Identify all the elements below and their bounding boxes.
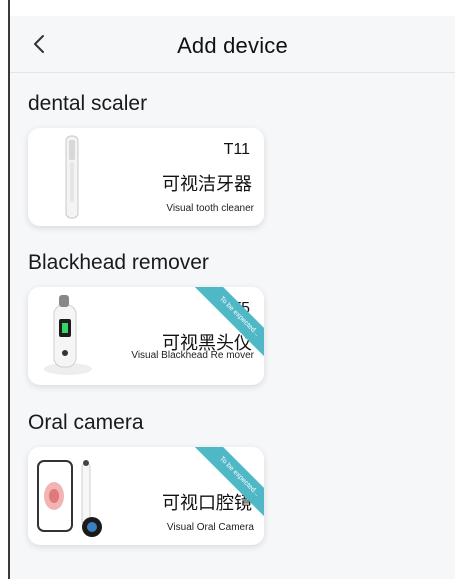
device-card-blackhead[interactable]: T5 可视黑头仪 Visual Blackhead Re mover To be… <box>28 287 264 385</box>
device-model: T11 <box>223 141 250 158</box>
device-card-oral-camera[interactable]: 可视口腔镜 Visual Oral Camera To be expected.… <box>28 447 264 545</box>
device-name-cn: 可视口腔镜 <box>162 493 252 513</box>
status-strip <box>10 0 455 16</box>
section-title-blackhead-remover: Blackhead remover <box>28 251 209 274</box>
device-name-en: Visual tooth cleaner <box>166 203 254 214</box>
dental-scaler-image <box>65 135 79 219</box>
nav-header: Add device <box>10 16 455 73</box>
device-card-t11[interactable]: T11 可视洁牙器 Visual tooth cleaner <box>28 128 264 226</box>
app-screen: Add device dental scaler T11 可视洁牙器 Visua… <box>8 0 455 579</box>
oral-camera-image <box>37 460 102 537</box>
page-title: Add device <box>177 33 288 58</box>
device-name-en: Visual Oral Camera <box>166 522 254 533</box>
blackhead-remover-image <box>44 295 92 375</box>
section-title-dental-scaler: dental scaler <box>28 92 148 115</box>
device-name-cn: 可视洁牙器 <box>162 174 252 194</box>
section-title-oral-camera: Oral camera <box>28 411 144 434</box>
device-name-en: Visual Blackhead Re mover <box>131 350 254 361</box>
